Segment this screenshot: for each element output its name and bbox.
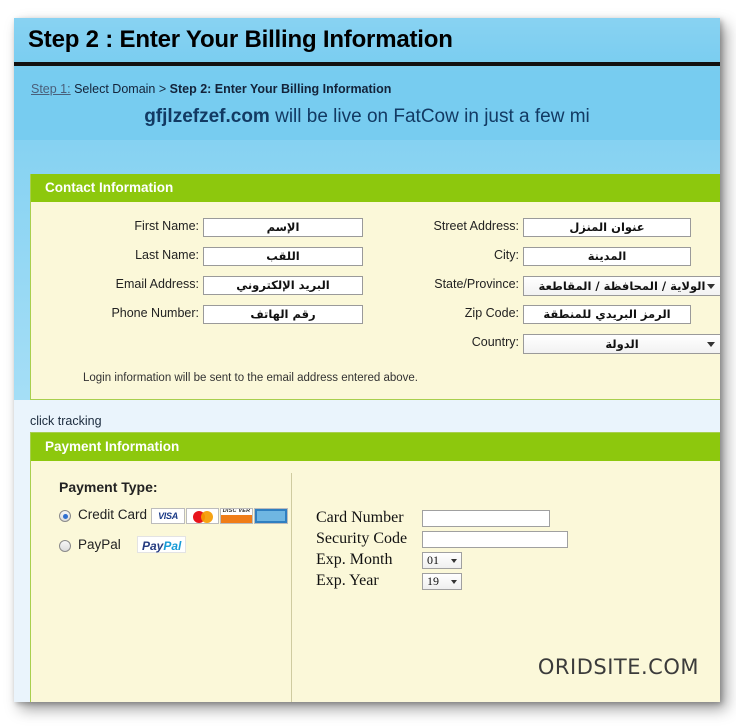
contact-field-row: First Name: الإسم — [31, 218, 371, 240]
contact-information-panel: Contact Information First Name: الإسم Last… — [30, 174, 720, 400]
card-field-label: Card Number — [316, 509, 404, 527]
discover-icon: DISC VER — [220, 508, 253, 524]
radio-row-credit-card[interactable]: Credit Card VISA DISC VER — [59, 507, 289, 527]
amex-icon — [254, 508, 288, 524]
card-field-label: Security Code — [316, 530, 408, 548]
chevron-down-icon — [707, 342, 715, 347]
accepted-card-logos: VISA DISC VER — [151, 508, 289, 524]
screenshot-root: Step 2 : Enter Your Billing Information … — [0, 0, 736, 726]
radio-paypal[interactable] — [59, 540, 71, 552]
login-info-note: Login information will be sent to the em… — [83, 372, 418, 384]
payment-type-title: Payment Type: — [59, 479, 158, 495]
discover-icon-text: DISC VER — [222, 508, 251, 514]
chevron-down-icon — [451, 579, 457, 584]
breadcrumb-step1-link[interactable]: Step 1: — [31, 82, 71, 96]
field-label: State/Province: — [434, 277, 519, 291]
card-field-row: Exp. Year 19 — [316, 572, 568, 593]
field-input[interactable]: رقم الهاتف — [203, 305, 363, 324]
payment-panel-body: Payment Type: Credit Card VISA DISC VER P… — [31, 461, 720, 702]
contact-field-row: Last Name: اللقب — [31, 247, 371, 269]
radio-row-paypal[interactable]: PayPal PayPal — [59, 536, 289, 557]
visa-icon: VISA — [151, 508, 185, 524]
radio-credit-card-label: Credit Card — [78, 507, 148, 522]
payment-information-panel: Payment Information Payment Type: Credit… — [30, 432, 720, 702]
contact-field-row: Country: الدولة — [371, 334, 720, 356]
domain-message-text: will be live on FatCow in just a few mi — [269, 106, 590, 127]
field-label: Phone Number: — [111, 306, 199, 320]
chevron-down-icon — [707, 284, 715, 289]
contact-field-row: Phone Number: رقم الهاتف — [31, 305, 371, 327]
domain-name-text: gfjlzefzef.com — [144, 106, 270, 127]
field-select[interactable]: الدولة — [523, 334, 720, 354]
card-field-row: Exp. Month 01 — [316, 551, 568, 572]
chevron-down-icon — [451, 558, 457, 563]
field-label: Email Address: — [115, 277, 199, 291]
field-input[interactable]: الرمز البريدي للمنطقة — [523, 305, 691, 324]
radio-credit-card[interactable] — [59, 510, 71, 522]
breadcrumb-current: Step 2: Enter Your Billing Information — [169, 82, 392, 96]
domain-live-message: gfjlzefzef.com will be live on FatCow in… — [14, 106, 720, 128]
contact-panel-body: First Name: الإسم Last Name: اللقب Email Add… — [31, 202, 720, 398]
payment-column-divider — [291, 473, 292, 702]
click-tracking-label: click tracking — [30, 414, 102, 428]
field-label: Zip Code: — [464, 306, 519, 320]
card-field-select[interactable]: 01 — [422, 551, 462, 569]
card-field-input[interactable] — [422, 530, 568, 548]
field-input[interactable]: البريد الإلكتروني — [203, 276, 363, 295]
field-input[interactable]: اللقب — [203, 247, 363, 266]
breadcrumb-separator: Select Domain > — [70, 82, 170, 96]
paypal-logo-icon: PayPal — [137, 536, 187, 553]
field-label: City: — [494, 248, 519, 262]
watermark-small: ORIDSITE.COM — [537, 655, 699, 679]
field-label: Street Address: — [433, 219, 519, 233]
breadcrumb: Step 1: Select Domain > Step 2: Enter Yo… — [31, 82, 391, 96]
card-field-label: Exp. Year — [316, 572, 379, 590]
card-field-select[interactable]: 19 — [422, 572, 462, 590]
field-label: Country: — [471, 335, 519, 349]
contact-field-row: City: المدينة — [371, 247, 711, 269]
card-fields-column: Card Number Security Code Exp. Month 01 Exp.… — [316, 509, 568, 593]
header-band: Step 2 : Enter Your Billing Information … — [14, 18, 720, 140]
mastercard-icon — [186, 508, 219, 524]
contact-field-row: State/Province: الولاية / المحافظة / المق… — [371, 276, 720, 298]
contact-field-row: Email Address: البريد الإلكتروني — [31, 276, 371, 298]
browser-content-window: Step 2 : Enter Your Billing Information … — [14, 18, 720, 702]
payment-panel-header: Payment Information — [31, 433, 720, 461]
card-field-row: Card Number — [316, 509, 568, 530]
field-select[interactable]: الولاية / المحافظة / المقاطعة — [523, 276, 720, 296]
field-input[interactable]: عنوان المنزل — [523, 218, 691, 237]
card-field-label: Exp. Month — [316, 551, 393, 569]
field-label: First Name: — [134, 219, 199, 233]
field-label: Last Name: — [135, 248, 199, 262]
visa-icon-text: VISA — [158, 511, 178, 521]
title-underline-rule — [14, 62, 720, 66]
card-field-input[interactable] — [422, 509, 550, 527]
card-field-row: Security Code — [316, 530, 568, 551]
paypal-logo-part1: Pay — [142, 539, 164, 553]
radio-paypal-label: PayPal — [78, 537, 121, 552]
contact-panel-header: Contact Information — [31, 174, 720, 202]
field-input[interactable]: الإسم — [203, 218, 363, 237]
paypal-logo-part2: Pal — [163, 539, 182, 553]
contact-field-row: Zip Code: الرمز البريدي للمنطقة — [371, 305, 711, 327]
field-input[interactable]: المدينة — [523, 247, 691, 266]
contact-field-row: Street Address: عنوان المنزل — [371, 218, 711, 240]
page-title: Step 2 : Enter Your Billing Information — [28, 26, 453, 53]
